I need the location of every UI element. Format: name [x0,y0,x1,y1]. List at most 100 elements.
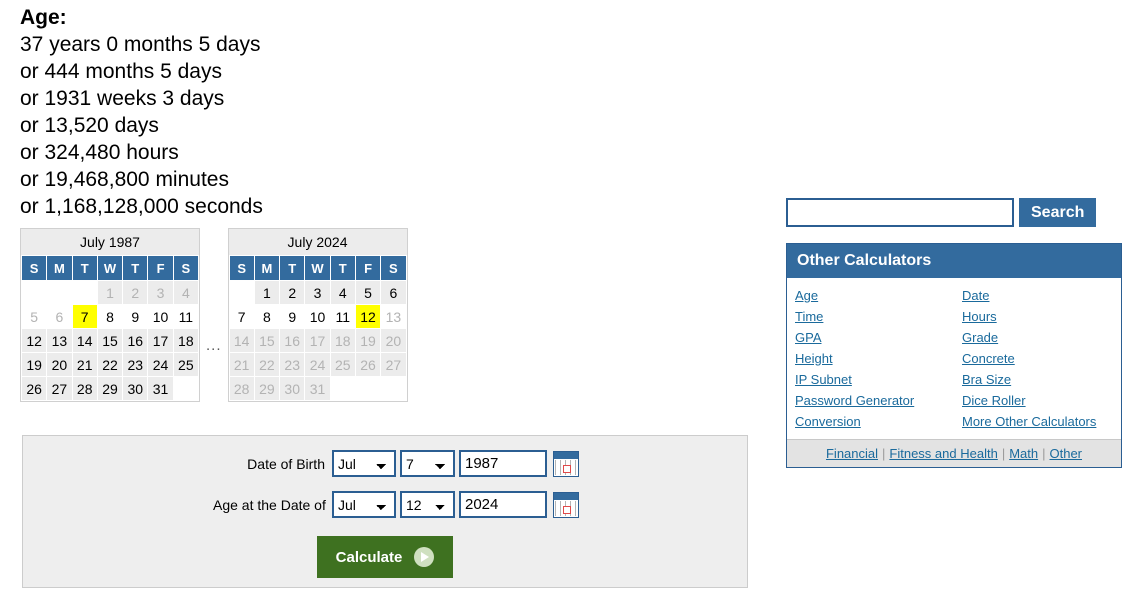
calendar-day-cell[interactable]: 29 [253,376,281,401]
search-input[interactable] [786,198,1014,227]
calendar-day-cell[interactable]: 10 [147,304,174,329]
other-calculator-link[interactable]: More Other Calculators [954,411,1121,432]
calendar-day-cell[interactable]: 2 [122,280,149,305]
calendar-day-cell[interactable]: 8 [96,304,124,329]
calendar-day-cell[interactable]: 14 [71,328,98,353]
other-calculator-link[interactable]: Bra Size [954,369,1121,390]
calendar-day-cell[interactable]: 28 [228,376,255,401]
calendar-day-cell[interactable]: 29 [96,376,124,401]
calendar-day-cell[interactable]: 14 [228,328,255,353]
search-button[interactable]: Search [1019,198,1097,227]
age-at-date-row: Age at the Date of JanFebMarAprMayJunJul… [23,491,747,518]
calendar-day-cell[interactable]: 7 [71,304,98,329]
calendar-day-cell[interactable]: 26 [354,352,382,377]
calendar-day-cell[interactable]: 19 [20,352,48,377]
other-calculators-box: Other Calculators Age Date Time Hours GPA Gra… [786,243,1122,468]
calendar-day-cell[interactable]: 12 [20,328,48,353]
calendar-day-cell[interactable]: 5 [20,304,48,329]
calendar-day-cell[interactable]: 2 [279,280,306,305]
calendar-day-cell[interactable]: 25 [172,352,200,377]
calendar-day-cell[interactable]: 24 [304,352,331,377]
footer-category-link[interactable]: Fitness and Health [889,446,997,461]
calendar-day-cell[interactable]: 17 [147,328,174,353]
other-calculator-link[interactable]: Conversion [787,411,954,432]
calendar-day-cell[interactable]: 9 [279,304,306,329]
calendar-day-cell[interactable]: 23 [122,352,149,377]
dob-day-select[interactable]: 1234567891011121314151617181920212223242… [400,450,455,477]
calendar-day-cell[interactable]: 26 [20,376,48,401]
target-month-select[interactable]: JanFebMarAprMayJunJulAugSepOctNovDec [332,491,396,518]
other-calculator-link[interactable]: GPA [787,327,954,348]
calendar-day-cell[interactable]: 4 [329,280,356,305]
calendar-day-cell[interactable]: 27 [46,376,73,401]
calendar-day-cell[interactable]: 16 [122,328,149,353]
date-form-panel: Date of Birth JanFebMarAprMayJunJulAugSe… [22,435,748,588]
other-calculator-link[interactable]: Height [787,348,954,369]
calendar-day-cell[interactable]: 27 [380,352,407,377]
calendar-day-cell[interactable]: 22 [253,352,281,377]
calendar-day-cell[interactable]: 9 [122,304,149,329]
calendar-day-cell[interactable]: 13 [46,328,73,353]
calendar-day-cell[interactable]: 31 [147,376,174,401]
calendar-day-cell[interactable]: 19 [354,328,382,353]
other-calculator-link[interactable]: IP Subnet [787,369,954,390]
calendar-day-cell[interactable]: 4 [172,280,200,305]
dob-calendar-picker-icon[interactable] [553,450,579,477]
dob-month-select[interactable]: JanFebMarAprMayJunJulAugSepOctNovDec [332,450,396,477]
calendar-day-cell[interactable]: 7 [228,304,255,329]
page-title: Age: [20,6,67,29]
calendar-day-cell[interactable]: 28 [71,376,98,401]
target-day-select[interactable]: 1234567891011121314151617181920212223242… [400,491,455,518]
calendar-day-cell[interactable]: 11 [329,304,356,329]
dob-year-input[interactable] [459,450,547,477]
calendar-day-cell[interactable]: 17 [304,328,331,353]
calendar-day-cell[interactable]: 25 [329,352,356,377]
calendar-day-cell[interactable]: 11 [172,304,200,329]
calendar-day-cell[interactable]: 22 [96,352,124,377]
calendar-day-cell[interactable]: 10 [304,304,331,329]
target-calendar-picker-icon[interactable] [553,491,579,518]
calendar-day-cell[interactable]: 1 [253,280,281,305]
other-calculator-link[interactable]: Hours [954,306,1121,327]
footer-category-link[interactable]: Financial [826,446,878,461]
calendar-day-cell[interactable]: 31 [304,376,331,401]
calendar-empty-cell [172,376,200,401]
calendar-day-cell[interactable]: 8 [253,304,281,329]
calendar-day-cell[interactable]: 6 [46,304,73,329]
calculate-button[interactable]: Calculate [317,536,453,578]
calendar-day-cell[interactable]: 15 [253,328,281,353]
calendar-day-cell[interactable]: 24 [147,352,174,377]
other-calculator-link[interactable]: Dice Roller [954,390,1121,411]
other-calculator-link[interactable]: Time [787,306,954,327]
calendar-day-cell[interactable]: 5 [354,280,382,305]
other-calculator-link[interactable]: Concrete [954,348,1121,369]
calendar-day-cell[interactable]: 18 [329,328,356,353]
other-calculator-link[interactable]: Date [954,285,1121,306]
calendar-day-cell[interactable]: 18 [172,328,200,353]
other-calculator-link[interactable]: Age [787,285,954,306]
calendar-day-cell[interactable]: 16 [279,328,306,353]
age-result-line: or 1,168,128,000 seconds [20,195,263,218]
calendar-day-cell[interactable]: 20 [46,352,73,377]
calendar-empty-cell [354,376,382,401]
calendar-day-cell[interactable]: 21 [71,352,98,377]
calendar-day-cell[interactable]: 13 [380,304,407,329]
calendar-day-cell[interactable]: 23 [279,352,306,377]
target-year-input[interactable] [459,491,547,518]
calendar-month-title: July 1987 [21,229,199,255]
calendar-day-cell[interactable]: 20 [380,328,407,353]
calendar-day-cell[interactable]: 21 [228,352,255,377]
calendar-day-cell[interactable]: 30 [279,376,306,401]
calendar-day-cell[interactable]: 15 [96,328,124,353]
calendar-day-cell[interactable]: 30 [122,376,149,401]
calendar-day-cell[interactable]: 3 [304,280,331,305]
other-calculator-link[interactable]: Password Generator [787,390,954,411]
calendar-day-cell[interactable]: 12 [354,304,382,329]
calendar-week-row: 7 8 9 10 11 12 13 [228,304,407,329]
footer-category-link[interactable]: Other [1050,446,1083,461]
footer-category-link[interactable]: Math [1009,446,1038,461]
calendar-day-cell[interactable]: 3 [147,280,174,305]
other-calculator-link[interactable]: Grade [954,327,1121,348]
calendar-day-cell[interactable]: 1 [96,280,124,305]
calendar-day-cell[interactable]: 6 [380,280,407,305]
